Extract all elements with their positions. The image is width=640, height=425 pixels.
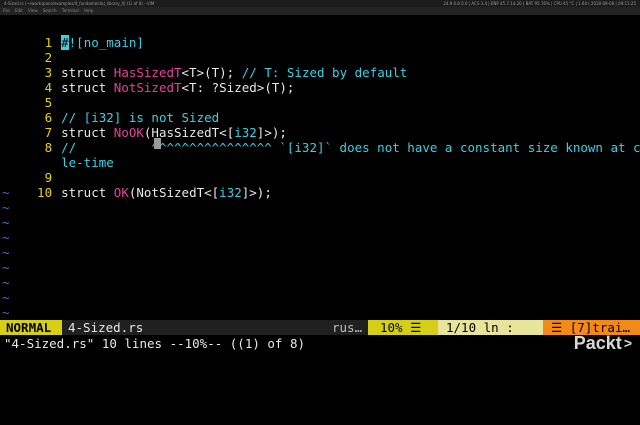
mode-indicator: NORMAL bbox=[0, 320, 62, 335]
window-titlebar: 4-Sized.rs (~/workspace/examples/4_funda… bbox=[0, 0, 640, 7]
code-text: #![no_main] bbox=[61, 35, 144, 50]
code-line: 10 struct OK(NotSizedT<[i32]>); bbox=[0, 170, 272, 200]
code-line: 2 bbox=[0, 35, 61, 65]
code-line: 6// [i32] is not Sized bbox=[0, 95, 220, 125]
text-cursor: # bbox=[61, 35, 69, 50]
logo-text: Packt bbox=[573, 332, 622, 353]
code-line: 3 struct HasSizedT<T>(T); // T: Sized by … bbox=[0, 50, 408, 80]
window-title: 4-Sized.rs (~/workspace/examples/4_funda… bbox=[4, 1, 155, 6]
code-comment: le-time bbox=[61, 155, 114, 170]
vim-statusline: NORMAL 4-Sized.rs rus… 10% ☰ 1/10 ln : ☰… bbox=[0, 320, 640, 335]
empty-line-marker: ~ bbox=[2, 290, 10, 305]
menu-edit[interactable]: Edit bbox=[15, 8, 23, 13]
code-line: 4 struct NotSizedT<T: ?Sized>(T); bbox=[0, 65, 295, 95]
status-percent: 10% ☰ bbox=[368, 320, 438, 335]
packt-logo: Packt > bbox=[574, 332, 632, 354]
status-line-position: 1/10 ln : bbox=[438, 320, 543, 335]
code-line: 7 struct NoOK(HasSizedT<[i32]>); bbox=[0, 110, 287, 140]
menu-terminal[interactable]: Terminal bbox=[62, 8, 79, 13]
empty-line-marker: ~ bbox=[2, 245, 10, 260]
menu-search[interactable]: Search bbox=[43, 8, 57, 13]
empty-line-marker: ~ bbox=[2, 260, 10, 275]
editor-buffer[interactable]: 1 #![no_main] 2 3 struct HasSizedT<T>(T); … bbox=[0, 16, 640, 320]
empty-line-marker: ~ bbox=[2, 200, 10, 215]
menu-view[interactable]: View bbox=[28, 8, 38, 13]
empty-line-marker: ~ bbox=[2, 215, 10, 230]
mouse-cursor bbox=[154, 138, 161, 149]
empty-line-marker: ~ bbox=[2, 230, 10, 245]
line-number: 10 bbox=[37, 185, 53, 200]
code-line: 5 bbox=[0, 80, 61, 110]
empty-line-marker: ~ bbox=[2, 305, 10, 320]
menu-file[interactable]: File bbox=[3, 8, 10, 13]
code-line: 8// ^^^^^^^^^^^^^^^^ `[i32]` does not ha… bbox=[0, 125, 640, 155]
menu-help[interactable]: Help bbox=[84, 8, 93, 13]
system-status: 24.9 0.8 0.0 | ACS 3.4 | ENP 45.7.14.20 … bbox=[443, 1, 636, 6]
status-filename: 4-Sized.rs bbox=[62, 320, 332, 335]
code-line: 1 #![no_main] bbox=[0, 20, 144, 50]
empty-line-marker: ~ bbox=[2, 275, 10, 290]
logo-mark: > bbox=[623, 335, 632, 351]
status-filetype: rus… bbox=[332, 320, 368, 335]
command-line[interactable]: "4-Sized.rs" 10 lines --10%-- ((1) of 8) bbox=[0, 336, 640, 352]
code-line-wrap: le-time bbox=[0, 140, 114, 170]
code-line: 9 bbox=[0, 155, 61, 185]
code-comment: // ^^^^^^^^^^^^^^^^ `[i32]` does not hav… bbox=[61, 140, 640, 155]
empty-line-marker: ~ bbox=[2, 185, 10, 200]
menu-bar: File Edit View Search Terminal Help bbox=[0, 7, 640, 15]
